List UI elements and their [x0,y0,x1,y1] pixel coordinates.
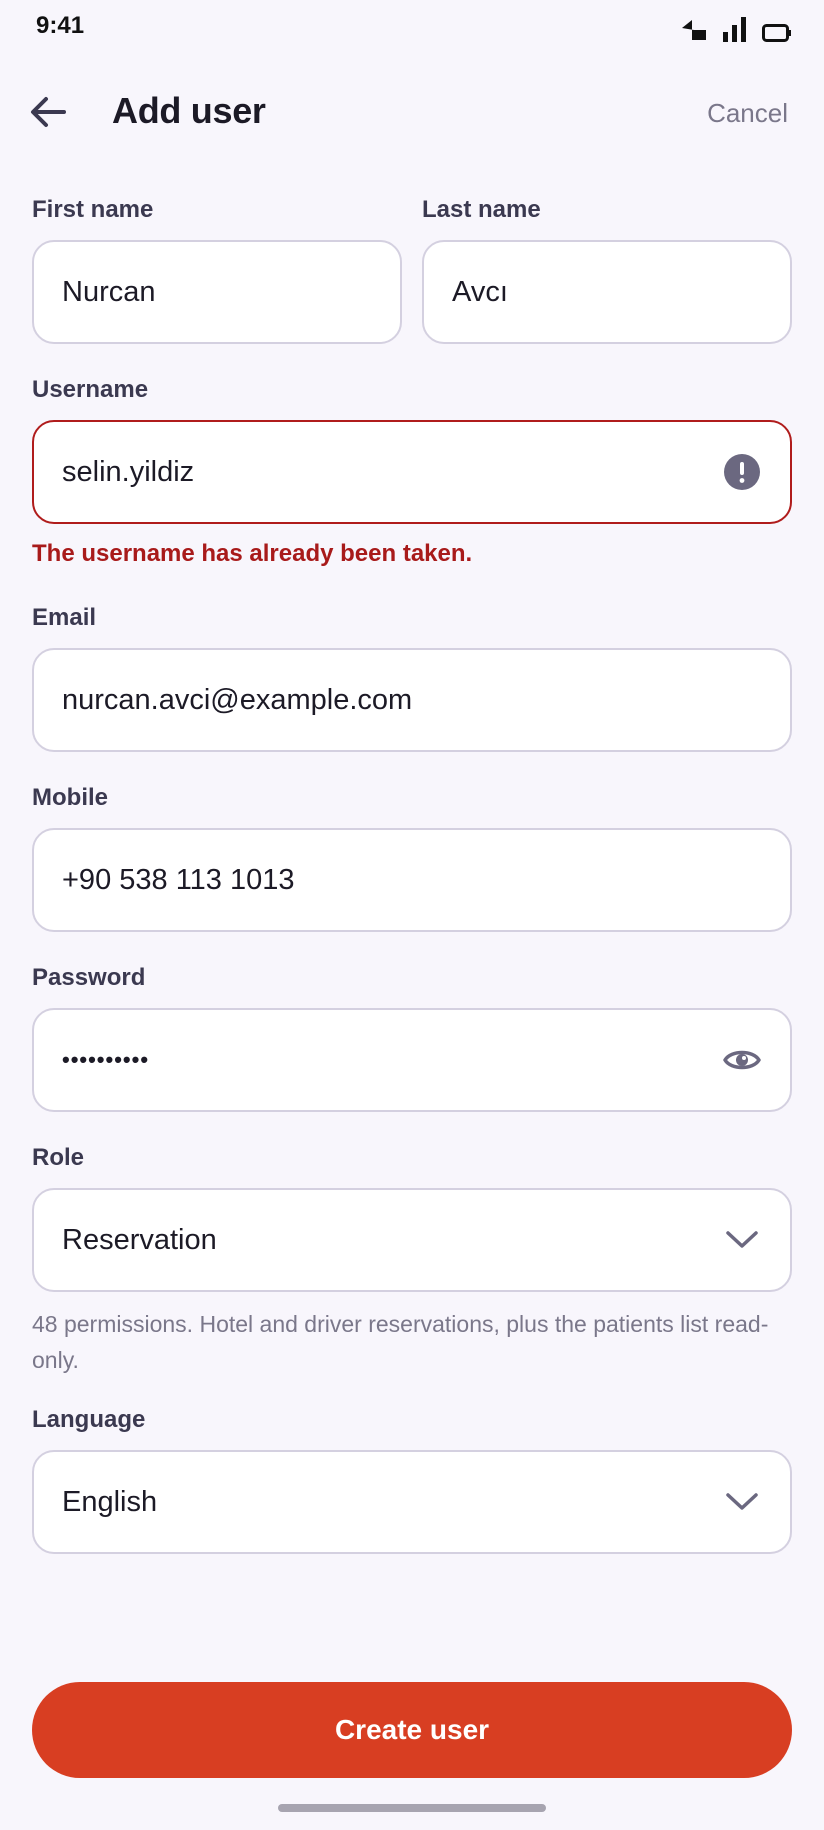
role-value: Reservation [62,1223,217,1256]
create-user-button[interactable]: Create user [32,1682,792,1778]
language-value: English [62,1485,158,1518]
mobile-label: Mobile [32,784,108,811]
chevron-down-icon [722,1220,762,1260]
show-password-toggle[interactable] [722,1040,762,1080]
status-time: 9:41 [36,12,85,39]
password-value: •••••••••• [62,1047,150,1072]
wifi-icon [680,16,708,42]
email-value: nurcan.avci@example.com [62,683,413,716]
role-label: Role [32,1144,85,1171]
signal-icon [722,16,748,42]
email-label: Email [32,604,97,631]
status-bar: 9:41 [0,0,824,56]
back-button[interactable] [24,88,72,136]
alert-icon [722,452,762,492]
cancel-button[interactable]: Cancel [707,98,788,129]
last-name-label: Last name [422,196,541,223]
status-icons [680,16,792,42]
chevron-down-icon [722,1482,762,1522]
last-name-value: Avcı [452,275,508,308]
password-label: Password [32,964,146,991]
language-label: Language [32,1406,146,1433]
role-helper-text: 48 permissions. Hotel and driver reserva… [32,1311,769,1373]
username-value: selin.yildiz [62,455,195,488]
role-select[interactable]: Reservation [32,1188,792,1292]
add-user-screen: 9:41 Add user Cancel First name Nurcan L… [0,0,824,1830]
battery-icon [762,24,792,42]
last-name-input[interactable]: Avcı [422,240,792,344]
mobile-value: +90 538 113 1013 [62,863,295,896]
page-title: Add user [112,90,266,131]
back-arrow-icon [31,97,66,127]
eye-icon [723,1050,761,1070]
username-input[interactable]: selin.yildiz [32,420,792,524]
mobile-input[interactable]: +90 538 113 1013 [32,828,792,932]
first-name-input[interactable]: Nurcan [32,240,402,344]
email-input[interactable]: nurcan.avci@example.com [32,648,792,752]
language-select[interactable]: English [32,1450,792,1554]
home-indicator [278,1804,546,1812]
username-error-message: The username has already been taken. [32,540,473,567]
first-name-label: First name [32,196,154,223]
username-label: Username [32,376,149,403]
first-name-value: Nurcan [62,275,156,308]
app-header: Add user Cancel [0,70,824,154]
password-input[interactable]: •••••••••• [32,1008,792,1112]
